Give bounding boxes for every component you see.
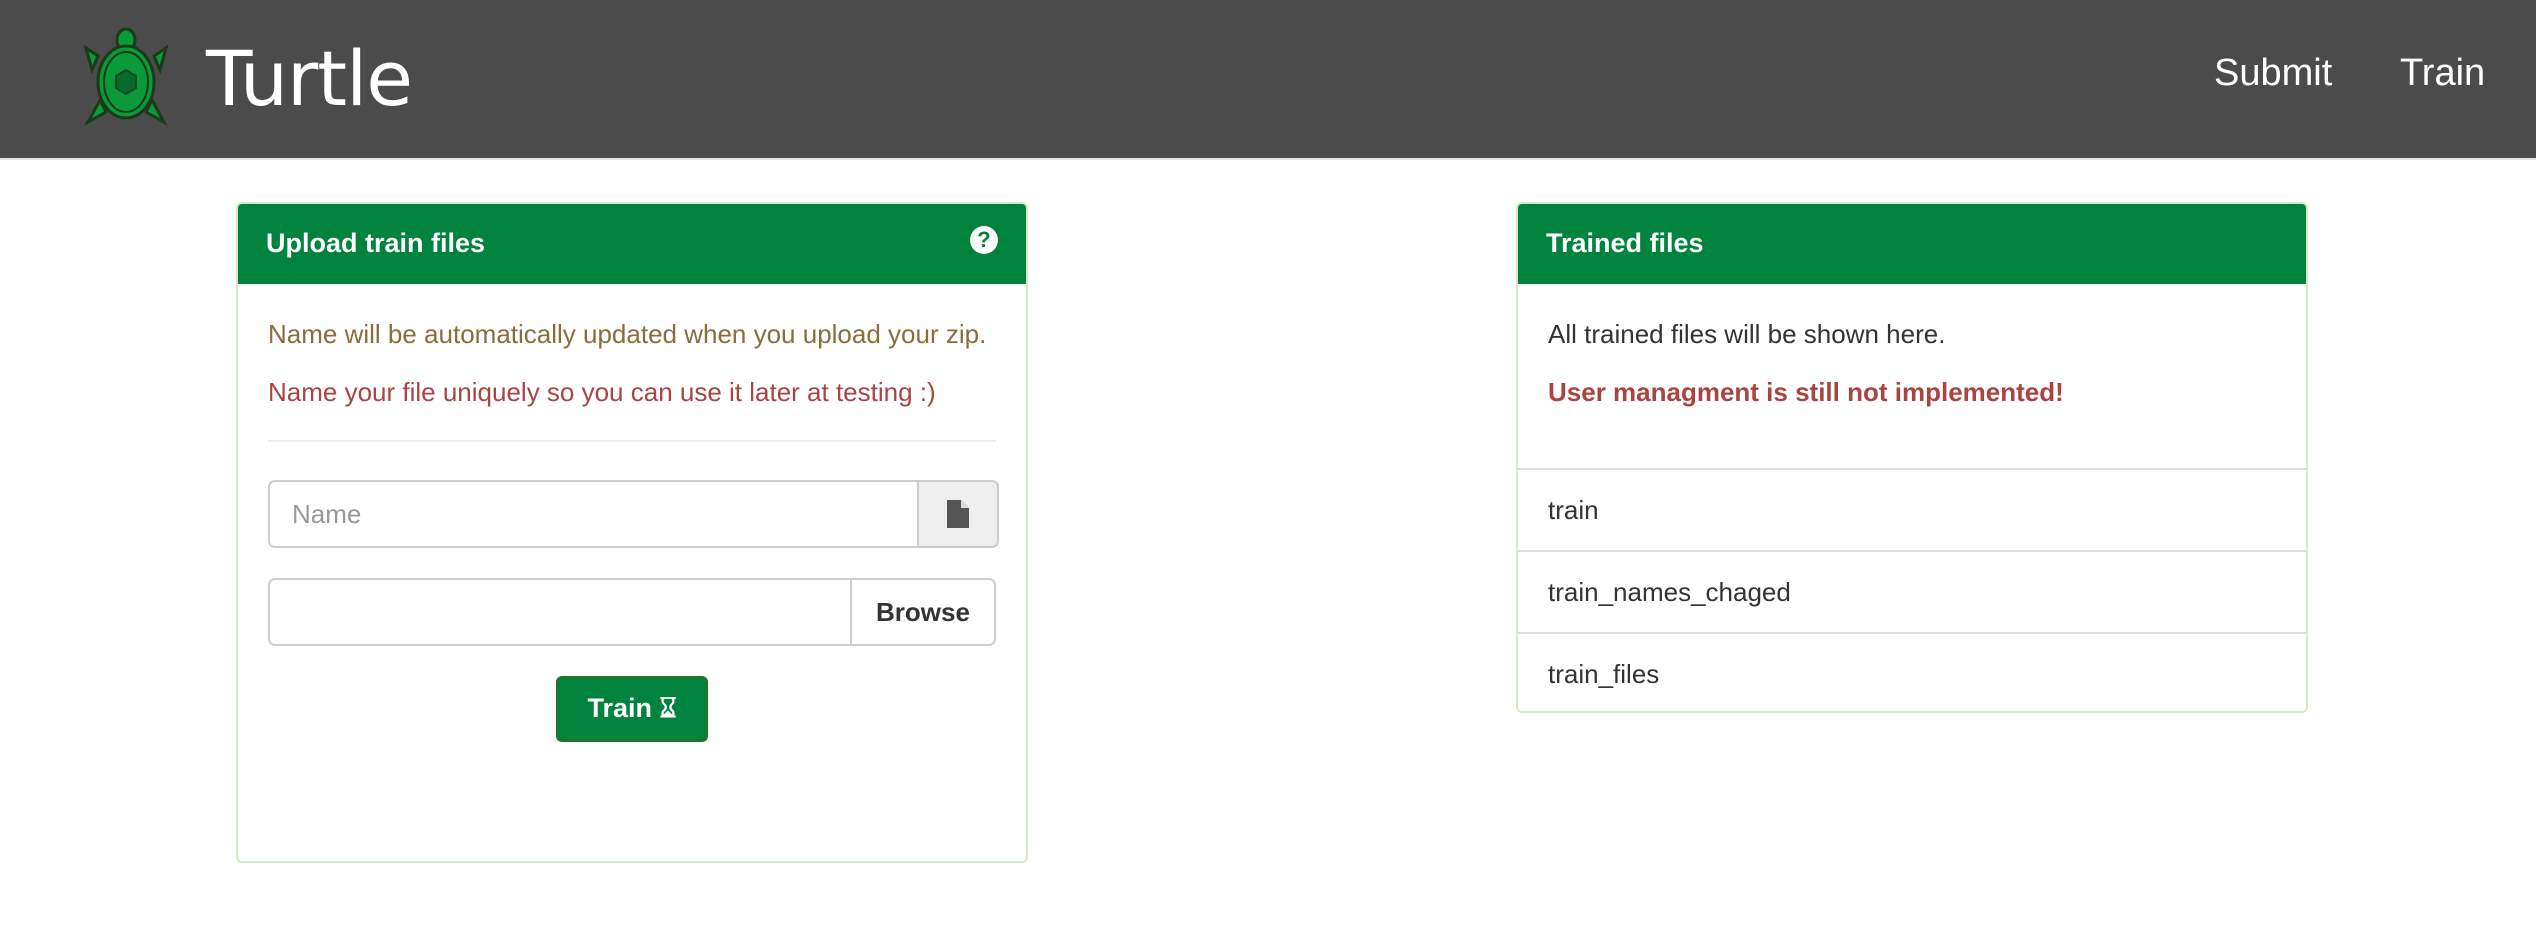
info-text: Name will be automatically updated when … [268, 319, 987, 349]
nav-train[interactable]: Train [2400, 52, 2485, 95]
list-item[interactable]: train_files [1518, 632, 2306, 711]
panel-heading: Trained files [1518, 204, 2306, 284]
panel-title: Trained files [1546, 228, 1704, 258]
info-text: All trained files will be shown here. [1548, 319, 1946, 349]
warning-text: Name your file uniquely so you can use i… [268, 377, 936, 407]
nav-submit[interactable]: Submit [2214, 52, 2332, 95]
name-input[interactable] [270, 482, 917, 546]
list-item[interactable]: train [1518, 468, 2306, 550]
turtle-logo-icon[interactable] [84, 26, 168, 130]
browse-button[interactable]: Browse [850, 580, 994, 644]
question-circle-icon[interactable]: ? [970, 226, 998, 254]
trained-files-panel: Trained files All trained files will be … [1516, 202, 2308, 713]
divider [268, 440, 996, 442]
hourglass-icon: ⌛︎ [659, 693, 677, 723]
list-item[interactable]: train_names_chaged [1518, 550, 2306, 632]
file-input-group: Browse [268, 578, 996, 646]
brand-name[interactable]: Turtle [206, 34, 413, 123]
warning-text: User managment is still not implemented! [1548, 377, 2064, 407]
name-input-group [268, 480, 999, 548]
train-button-label: Train [587, 693, 652, 723]
top-navbar: Turtle Submit Train [0, 0, 2536, 160]
train-button[interactable]: Train ⌛︎ [556, 676, 708, 742]
file-icon [917, 482, 997, 546]
panel-heading: Upload train files ? [238, 204, 1026, 284]
file-path-input[interactable] [270, 580, 850, 644]
upload-train-panel: Upload train files ? Name will be automa… [236, 202, 1028, 863]
panel-title: Upload train files [266, 228, 486, 258]
